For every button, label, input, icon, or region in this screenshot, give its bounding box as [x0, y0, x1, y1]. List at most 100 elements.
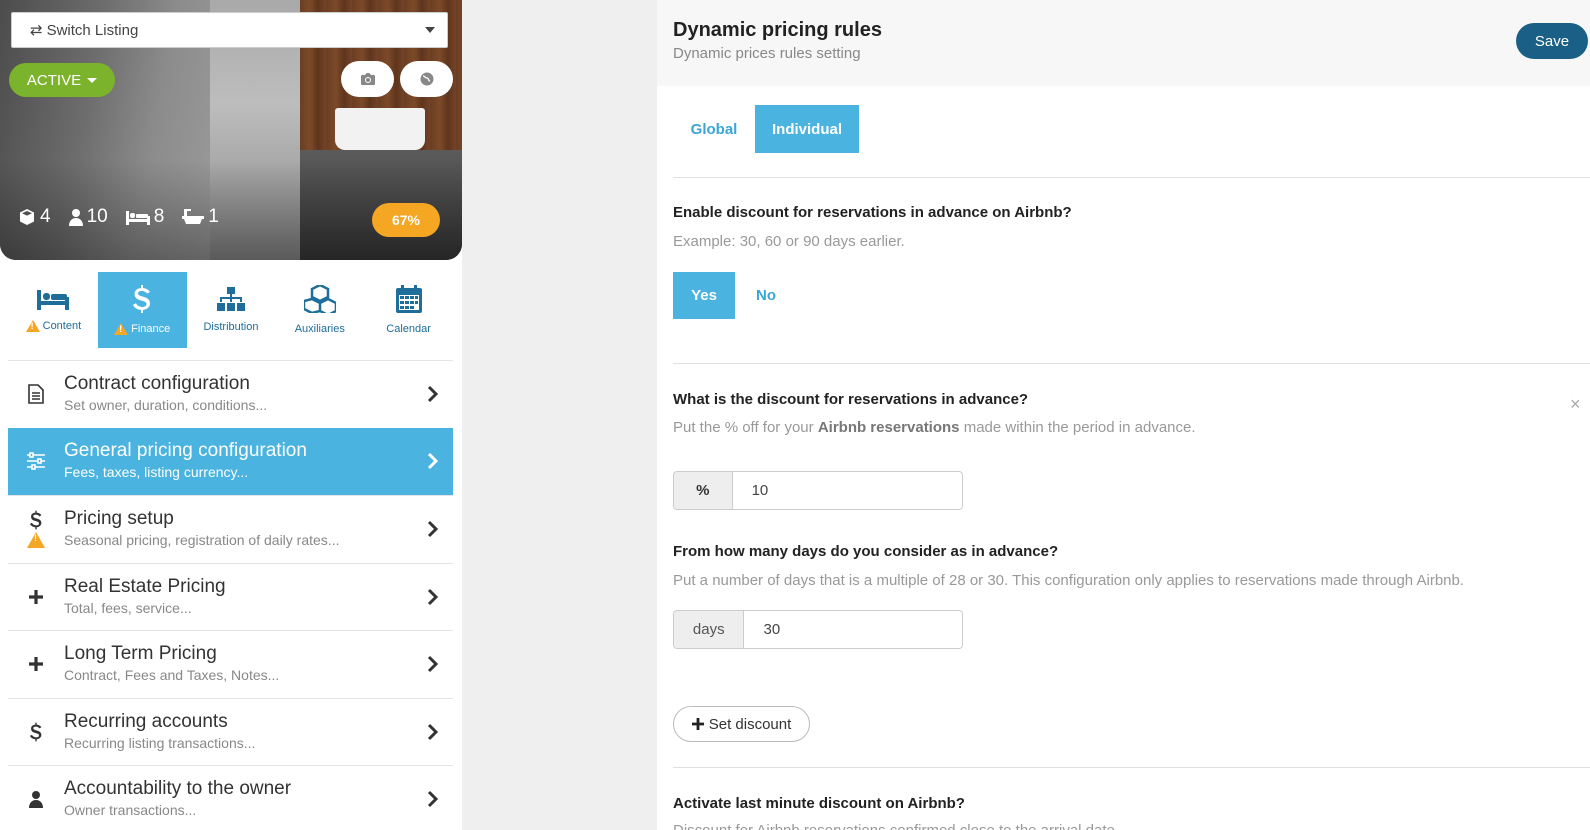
yes-button[interactable]: Yes [673, 272, 735, 319]
close-icon[interactable]: × [1570, 394, 1581, 415]
beds-stat: 8 [125, 206, 164, 228]
menu-item-subtitle: Recurring listing transactions... [64, 734, 256, 751]
user-icon [68, 209, 83, 226]
menu-item-title: Long Term Pricing [64, 643, 217, 665]
advance-days-question: From how many days do you consider as in… [673, 543, 1059, 560]
chevron-right-icon [427, 656, 439, 673]
last-minute-description: Discount for Airbnb reservations confirm… [673, 822, 1119, 830]
page-title: Dynamic pricing rules [673, 19, 882, 41]
status-dropdown[interactable]: ACTIVE [9, 63, 115, 97]
cubes-icon [303, 285, 336, 313]
menu-item-contract-configuration[interactable]: Contract configuration Set owner, duratio… [8, 360, 453, 428]
module-label: Calendar [386, 323, 431, 335]
module-label: Finance [131, 323, 171, 335]
advance-days-group: days 30 [673, 610, 963, 649]
switch-listing-dropdown[interactable]: ⇄ Switch Listing [11, 12, 448, 48]
chevron-right-icon [427, 588, 439, 605]
listing-panel: ⇄ Switch Listing ACTIVE 4 10 8 1 67% ! C… [0, 0, 462, 830]
panel-header: Dynamic pricing rules Dynamic prices rul… [657, 0, 1590, 86]
guests-stat: 10 [68, 206, 108, 228]
chevron-right-icon [427, 791, 439, 808]
document-icon [28, 384, 44, 405]
tab-global[interactable]: Global [673, 105, 755, 153]
menu-item-title: Accountability to the owner [64, 778, 292, 800]
warning-icon [114, 323, 129, 335]
discount-percent-input[interactable]: 10 [732, 472, 962, 509]
caret-down-icon [87, 77, 98, 83]
divider [673, 767, 1590, 768]
sliders-icon [27, 452, 45, 471]
units-count: 4 [40, 206, 51, 227]
plus-icon [29, 657, 43, 672]
save-button[interactable]: Save [1516, 23, 1588, 59]
advance-discount-question: Enable discount for reservations in adva… [673, 204, 1072, 221]
bed-icon [125, 211, 150, 225]
calendar-icon [395, 285, 422, 313]
chevron-right-icon [427, 723, 439, 740]
advance-discount-example: Example: 30, 60 or 90 days earlier. [673, 233, 905, 250]
sitemap-icon [216, 287, 245, 311]
menu-item-pricing-setup[interactable]: Pricing setup Seasonal pricing, registrat… [8, 495, 453, 563]
menu-item-title: Contract configuration [64, 373, 250, 395]
photos-button[interactable] [341, 61, 394, 97]
units-stat: 4 [18, 206, 51, 228]
menu-item-recurring-accounts[interactable]: Recurring accounts Recurring listing tran… [8, 697, 453, 766]
warning-icon [25, 320, 40, 332]
page-subtitle: Dynamic prices rules setting [673, 45, 861, 62]
dollar-icon [30, 510, 42, 530]
last-minute-question: Activate last minute discount on Airbnb? [673, 795, 965, 812]
guests-count: 10 [86, 206, 108, 227]
dynamic-pricing-panel: Dynamic pricing rules Dynamic prices rul… [657, 0, 1590, 830]
menu-item-general-pricing-configuration[interactable]: General pricing configuration Fees, taxes… [8, 427, 453, 495]
divider [673, 177, 1590, 178]
discount-amount-description: Put the % off for your Airbnb reservatio… [673, 419, 1196, 436]
chevron-down-icon [425, 27, 435, 33]
chevron-right-icon [427, 386, 439, 403]
menu-item-real-estate-pricing[interactable]: Real Estate Pricing Total, fees, service.… [8, 562, 453, 631]
listing-photo: ⇄ Switch Listing ACTIVE 4 10 8 1 67% [0, 0, 462, 260]
bathrooms-count: 1 [208, 206, 219, 227]
menu-item-subtitle: Owner transactions... [64, 802, 197, 819]
menu-item-title: Recurring accounts [64, 710, 228, 732]
module-tab-finance[interactable]: Finance [97, 272, 187, 348]
menu-item-title: General pricing configuration [64, 440, 307, 462]
switch-listing-label: Switch Listing [46, 21, 139, 39]
menu-item-long-term-pricing[interactable]: Long Term Pricing Contract, Fees and Taxe… [8, 630, 453, 698]
menu-item-subtitle: Contract, Fees and Taxes, Notes... [64, 667, 280, 684]
module-label: Content [42, 320, 82, 332]
tab-individual[interactable]: Individual [755, 105, 859, 153]
plus-icon [29, 589, 43, 604]
module-tab-content[interactable]: Content [9, 272, 98, 348]
map-button[interactable] [400, 61, 453, 97]
exchange-icon: ⇄ [30, 22, 43, 39]
module-tab-distribution[interactable]: Distribution [187, 272, 276, 348]
rules-mode-tabs: Global Individual [673, 105, 859, 153]
bed-icon [37, 290, 70, 310]
discount-percent-group: % 10 [673, 471, 963, 510]
chevron-right-icon [427, 521, 439, 538]
menu-item-accountability-to-owner[interactable]: Accountability to the owner Owner transac… [8, 765, 453, 830]
cube-icon [20, 209, 34, 225]
warning-icon [27, 532, 45, 549]
menu-item-title: Pricing setup [64, 508, 174, 530]
menu-item-subtitle: Seasonal pricing, registration of daily … [64, 532, 340, 549]
percent-addon: % [674, 472, 733, 509]
completion-badge: 67% [372, 203, 440, 237]
globe-icon [420, 72, 433, 86]
module-label: Distribution [203, 321, 259, 333]
module-tab-calendar[interactable]: Calendar [364, 272, 453, 348]
status-label: ACTIVE [26, 71, 82, 89]
finance-menu: Contract configuration Set owner, duratio… [8, 360, 453, 830]
dollar-icon [133, 285, 151, 313]
photo-sink [335, 108, 425, 150]
bathrooms-stat: 1 [182, 206, 219, 228]
module-tab-auxiliaries[interactable]: Auxiliaries [275, 272, 364, 348]
no-button[interactable]: No [735, 272, 797, 319]
user-icon [29, 791, 43, 809]
set-discount-button[interactable]: Set discount [673, 706, 810, 742]
discount-amount-question: What is the discount for reservations in… [673, 391, 1029, 408]
advance-days-input[interactable]: 30 [744, 611, 962, 648]
advance-days-description: Put a number of days that is a multiple … [673, 572, 1465, 589]
days-addon: days [674, 611, 745, 648]
module-label: Auxiliaries [294, 323, 345, 335]
